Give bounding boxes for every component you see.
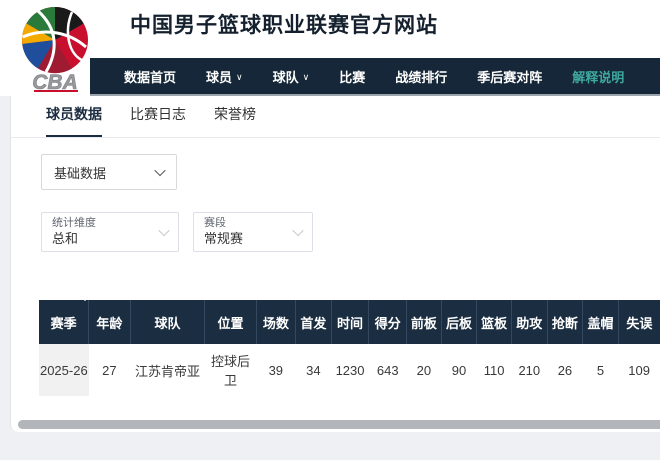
nav-item-label: 数据首页	[124, 67, 176, 86]
table-header-cell[interactable]: 盖帽	[583, 300, 619, 344]
table-header-cell[interactable]: 球队	[130, 300, 205, 344]
stage-select[interactable]: 赛段 常规赛	[193, 212, 313, 252]
table-cell: 江苏肯帝亚	[130, 344, 205, 396]
table-cell: 210	[511, 344, 547, 396]
nav-item-6[interactable]: 季后赛对阵	[477, 67, 542, 86]
table-cell: 90	[441, 344, 477, 396]
chevron-down-icon: ∨	[303, 72, 310, 83]
stat-dimension-label: 统计维度	[52, 217, 96, 231]
nav-item-label: 球队	[273, 67, 299, 86]
table-header-cell[interactable]: 场数	[256, 300, 295, 344]
nav-item-label: 解释说明	[572, 67, 624, 86]
player-stats-table: 赛季年龄球队位置场数首发时间得分前板后板篮板助攻抢断盖帽失误 2025-2627…	[39, 300, 660, 396]
table-header-cell[interactable]: 后板	[441, 300, 477, 344]
chevron-down-icon	[158, 225, 169, 236]
table-header-cell[interactable]: 得分	[369, 300, 407, 344]
stage-label: 赛段	[204, 217, 243, 231]
table-cell: 2025-26	[39, 344, 89, 396]
nav-item-label: 球员	[206, 67, 232, 86]
table-cell: 5	[583, 344, 619, 396]
tab-1[interactable]: 球员数据	[46, 104, 102, 137]
table-header-cell[interactable]: 失误	[618, 300, 660, 344]
basketball-icon	[22, 7, 88, 73]
page-title: 中国男子篮球职业联赛官方网站	[130, 9, 438, 39]
tab-3[interactable]: 荣誉榜	[214, 104, 256, 137]
table-header-cell[interactable]: 首发	[296, 300, 332, 344]
nav-item-7[interactable]: 解释说明	[572, 67, 624, 86]
horizontal-scrollbar-thumb[interactable]	[18, 420, 660, 429]
table-cell: 控球后卫	[205, 344, 256, 396]
data-type-value: 基础数据	[54, 163, 106, 182]
nav-item-label: 战绩排行	[395, 67, 447, 86]
table-header-cell[interactable]: 位置	[205, 300, 256, 344]
cba-logo[interactable]: CBA	[8, 3, 102, 93]
table-body: 2025-2627江苏肯帝亚控球后卫3934123064320901102102…	[39, 344, 660, 396]
nav-item-3[interactable]: 球队 ∨	[273, 67, 310, 86]
chevron-down-icon	[154, 165, 165, 176]
table-header-cell[interactable]: 助攻	[511, 300, 547, 344]
data-type-select[interactable]: 基础数据	[41, 154, 177, 190]
logo-text: CBA	[32, 71, 78, 93]
tab-2[interactable]: 比赛日志	[130, 104, 186, 137]
nav-item-label: 季后赛对阵	[477, 67, 542, 86]
nav-item-1[interactable]: 数据首页	[124, 67, 176, 86]
table-header-cell[interactable]: 抢断	[547, 300, 583, 344]
table-header-cell[interactable]: 前板	[407, 300, 442, 344]
table-cell: 20	[407, 344, 442, 396]
tooltip-caret	[76, 293, 94, 301]
table-cell: 27	[89, 344, 130, 396]
tab-bar: 球员数据比赛日志荣誉榜	[11, 96, 660, 138]
content-card: 球员数据比赛日志荣誉榜 基础数据 统计维度 总和 赛段 常规赛 赛季年龄球队位置…	[10, 96, 660, 432]
nav-item-label: 比赛	[339, 67, 365, 86]
table-cell: 643	[369, 344, 407, 396]
stage-value: 常规赛	[204, 231, 243, 247]
table-cell: 34	[296, 344, 332, 396]
table-cell: 1230	[331, 344, 369, 396]
table-cell: 26	[547, 344, 583, 396]
table-row: 2025-2627江苏肯帝亚控球后卫3934123064320901102102…	[39, 344, 660, 396]
table-cell: 109	[618, 344, 660, 396]
nav-item-4[interactable]: 比赛	[339, 67, 365, 86]
nav-bar: 数据首页 球员 ∨ 球队 ∨ 比赛 战绩排行 季后赛对阵 解释说明	[90, 58, 660, 96]
table-header-row: 赛季年龄球队位置场数首发时间得分前板后板篮板助攻抢断盖帽失误	[39, 300, 660, 344]
stat-dimension-value: 总和	[52, 231, 96, 247]
table-header-cell[interactable]: 赛季	[39, 300, 89, 344]
table-header-cell[interactable]: 篮板	[477, 300, 512, 344]
table-header-cell[interactable]: 时间	[331, 300, 369, 344]
table-cell: 39	[256, 344, 295, 396]
nav-item-2[interactable]: 球员 ∨	[206, 67, 243, 86]
nav-item-5[interactable]: 战绩排行	[395, 67, 447, 86]
chevron-down-icon	[292, 225, 303, 236]
stats-table-wrapper: 赛季年龄球队位置场数首发时间得分前板后板篮板助攻抢断盖帽失误 2025-2627…	[39, 293, 660, 396]
table-cell: 110	[477, 344, 512, 396]
table-header-cell[interactable]: 年龄	[89, 300, 130, 344]
chevron-down-icon: ∨	[236, 72, 243, 83]
stat-dimension-select[interactable]: 统计维度 总和	[41, 212, 179, 252]
